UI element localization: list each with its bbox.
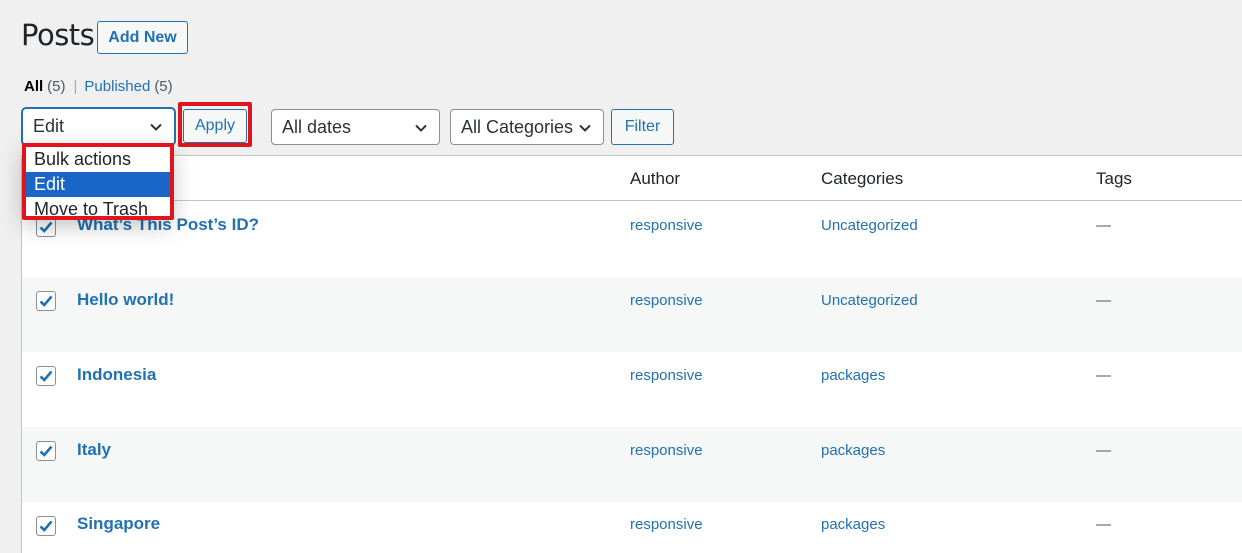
post-title-link[interactable]: Italy xyxy=(77,440,111,460)
checkmark-icon xyxy=(39,221,53,233)
dates-filter-value: All dates xyxy=(282,116,352,137)
chevron-down-icon xyxy=(415,124,427,132)
tags-value: — xyxy=(1096,516,1111,533)
column-categories: Categories xyxy=(821,169,904,188)
category-link[interactable]: packages xyxy=(821,442,885,459)
bulk-actions-value: Edit xyxy=(33,116,65,136)
view-published-count: (5) xyxy=(154,78,173,95)
row-checkbox[interactable] xyxy=(36,516,56,536)
author-link[interactable]: responsive xyxy=(630,367,703,384)
tags-value: — xyxy=(1096,442,1111,459)
bulk-actions-select[interactable]: Edit xyxy=(22,108,175,145)
category-link[interactable]: Uncategorized xyxy=(821,217,918,234)
author-link[interactable]: responsive xyxy=(630,516,703,533)
table-row: Italy responsive packages — xyxy=(22,427,1242,502)
post-title-link[interactable]: Hello world! xyxy=(77,290,174,310)
author-link[interactable]: responsive xyxy=(630,292,703,309)
author-link[interactable]: responsive xyxy=(630,217,703,234)
tags-value: — xyxy=(1096,367,1111,384)
checkmark-icon xyxy=(39,520,53,532)
view-all-count: (5) xyxy=(47,78,66,95)
checkmark-icon xyxy=(39,295,53,307)
table-row: Indonesia responsive packages — xyxy=(22,352,1242,427)
table-row: What’s This Post’s ID? responsive Uncate… xyxy=(22,202,1242,277)
post-status-views: All (5) | Published (5) xyxy=(24,78,173,95)
category-link[interactable]: packages xyxy=(821,516,885,533)
add-new-button[interactable]: Add New xyxy=(97,21,188,54)
author-link[interactable]: responsive xyxy=(630,442,703,459)
checkmark-icon xyxy=(39,445,53,457)
view-all-link[interactable]: All xyxy=(24,78,43,95)
column-tags: Tags xyxy=(1096,169,1132,188)
categories-filter-value: All Categories xyxy=(461,116,574,137)
categories-filter-select[interactable]: All Categories xyxy=(450,109,604,145)
dates-filter-select[interactable]: All dates xyxy=(271,109,440,145)
filter-button[interactable]: Filter xyxy=(611,109,674,145)
chevron-down-icon xyxy=(150,123,162,131)
row-checkbox[interactable] xyxy=(36,217,56,237)
page-title: Posts xyxy=(21,18,95,52)
row-checkbox[interactable] xyxy=(36,366,56,386)
posts-table: Author Categories Tags What’s This Post’… xyxy=(21,155,1242,553)
view-published-link[interactable]: Published xyxy=(84,78,150,95)
apply-highlight-box xyxy=(178,102,252,147)
row-checkbox[interactable] xyxy=(36,291,56,311)
post-title-link[interactable]: Indonesia xyxy=(77,365,156,385)
column-author[interactable]: Author xyxy=(630,169,680,189)
table-header: Author Categories Tags xyxy=(22,156,1242,201)
table-row: Hello world! responsive Uncategorized — xyxy=(22,277,1242,352)
category-link[interactable]: packages xyxy=(821,367,885,384)
post-title-link[interactable]: Singapore xyxy=(77,514,160,534)
chevron-down-icon xyxy=(579,124,591,132)
tags-value: — xyxy=(1096,292,1111,309)
table-row: Singapore responsive packages — xyxy=(22,502,1242,553)
view-separator: | xyxy=(73,78,78,95)
tags-value: — xyxy=(1096,217,1111,234)
row-checkbox[interactable] xyxy=(36,441,56,461)
category-link[interactable]: Uncategorized xyxy=(821,292,918,309)
checkmark-icon xyxy=(39,370,53,382)
dropdown-highlight-box xyxy=(22,143,174,220)
